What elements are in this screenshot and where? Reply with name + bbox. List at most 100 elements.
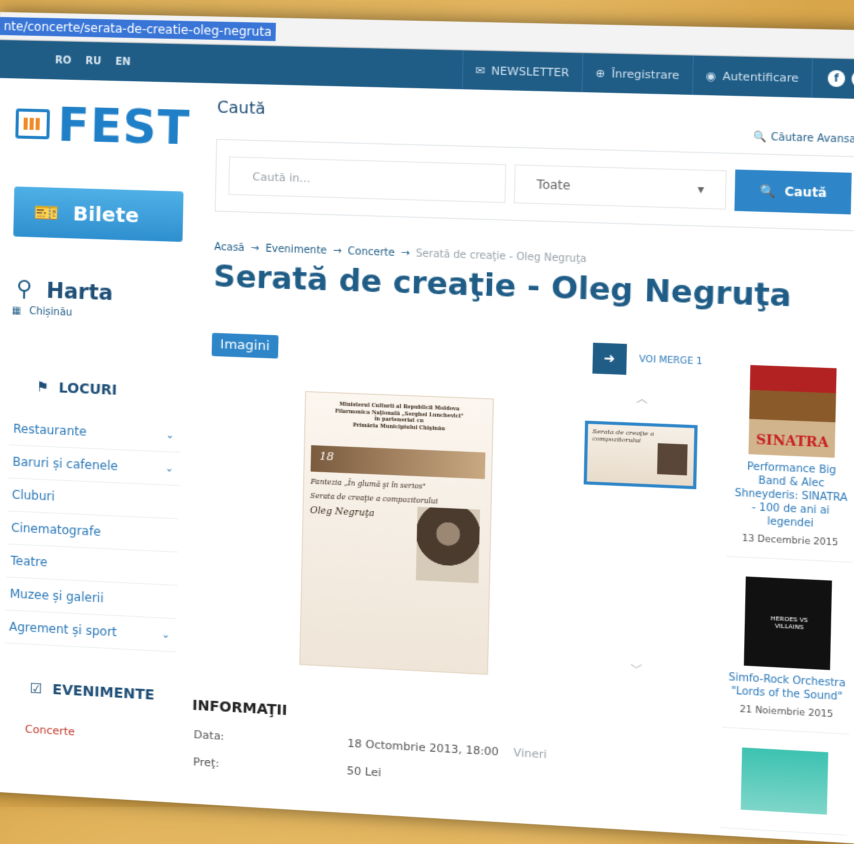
event-date: 13 Decembrie 2015 — [731, 533, 850, 549]
poster-portrait — [416, 507, 480, 583]
calendar-logo-icon — [15, 108, 50, 139]
search-icon: 🔍 — [760, 184, 776, 199]
breadcrumb-home[interactable]: Acasă — [214, 242, 244, 254]
menu-label: Cluburi — [12, 488, 55, 504]
breadcrumb-current: Serată de creaţie - Oleg Negruţa — [416, 248, 587, 265]
search-panel: Caută in... Toate ▾ 🔍 Caută — [215, 139, 854, 232]
event-poster[interactable]: Ministerul Culturii al Republicii Moldov… — [300, 391, 495, 675]
chevron-down-icon[interactable]: ⌄ — [166, 429, 175, 440]
menu-label: Teatre — [10, 554, 47, 570]
map-label: Harta — [46, 278, 113, 304]
menu-label: Cinematografe — [11, 521, 101, 539]
chevron-up-icon[interactable]: ︿ — [636, 390, 648, 407]
compass-icon: ◉ — [706, 69, 717, 83]
event-name[interactable]: Performance Big Band & Alec Shneyderis: … — [731, 460, 851, 533]
poster-header: Ministerul Culturii al Republicii Moldov… — [312, 401, 487, 435]
info-key: Preţ: — [193, 755, 347, 777]
info-value: 18 Octombrie 2013, 18:00 — [347, 737, 499, 759]
thumb-caption: Serata de creaţie a compozitorului — [592, 428, 654, 444]
search-title: Caută — [217, 97, 266, 117]
event-image[interactable] — [741, 747, 829, 814]
info-value: 50 Lei — [347, 764, 382, 779]
signpost-icon: ⚑ — [36, 380, 49, 397]
search-button-label: Caută — [784, 184, 827, 200]
search-button[interactable]: 🔍 Caută — [735, 170, 852, 215]
login-link[interactable]: ◉ Autentificare — [692, 56, 812, 98]
going-widget: ➜ VOI MERGE 1 — [592, 343, 703, 378]
event-name[interactable]: Simfo-Rock Orchestra "Lords of the Sound… — [727, 671, 846, 704]
map-pin-icon: ⚲ — [16, 277, 33, 303]
poster-line1: Fantezia „În glumă şi în serios" — [311, 478, 485, 494]
breadcrumb-concerts[interactable]: Concerte — [348, 246, 395, 259]
events-heading: ☑ EVENIMENTE — [30, 681, 179, 705]
image-gallery: Imagini ➜ VOI MERGE 1 Ministerul Culturi… — [203, 329, 703, 827]
thumbnail-1[interactable]: Serata de creaţie a compozitorului — [584, 421, 698, 490]
event-date: 21 Noiembrie 2015 — [727, 704, 846, 721]
going-count: VOI MERGE 1 — [639, 355, 703, 368]
select-value: Toate — [537, 177, 571, 192]
url-text[interactable]: nte/concerte/serata-de-creatie-oleg-negr… — [0, 16, 276, 40]
places-title: LOCURI — [59, 380, 118, 398]
event-card[interactable] — [720, 728, 849, 836]
poster-date-band: 18 — [311, 445, 486, 479]
site-logo[interactable]: FEST — [15, 96, 191, 155]
chevron-down-icon[interactable]: ﹀ — [630, 662, 642, 679]
places-heading: ⚑ LOCURI — [36, 380, 185, 402]
city-label: Chișinău — [29, 306, 72, 319]
menu-label: Restaurante — [13, 422, 87, 439]
ticket-icon: 🎫 — [34, 200, 59, 225]
places-menu: Restaurante ⌄ Baruri și cafenele ⌄ Clubu… — [5, 412, 181, 652]
search-input[interactable]: Caută in... — [229, 156, 507, 203]
thumb-portrait — [657, 443, 688, 475]
arrow-right-icon: → — [251, 243, 260, 254]
advanced-search-label: Căutare Avansată — [771, 132, 854, 146]
menu-label: Agrement și sport — [9, 620, 117, 640]
login-label: Autentificare — [723, 69, 799, 84]
chevron-down-icon[interactable]: ⌄ — [165, 463, 174, 474]
poster-line2: Serata de creaţie a compozitorului — [310, 492, 484, 508]
info-day: Vineri — [513, 746, 547, 761]
facebook-icon[interactable]: f — [828, 70, 846, 87]
main-content: Caută 🔍 Căutare Avansată Caută in... Toa… — [176, 83, 854, 838]
tickets-button[interactable]: 🎫 Bilete — [13, 186, 183, 241]
lang-ro[interactable]: RO — [55, 55, 71, 66]
newsletter-link[interactable]: ✉ NEWSLETTER — [461, 50, 582, 92]
events-first-item[interactable]: Concerte — [25, 723, 178, 745]
arrow-right-icon: → — [401, 248, 410, 259]
menu-label: Muzee și galerii — [10, 587, 104, 606]
menu-label: Baruri și cafenele — [12, 455, 118, 474]
going-button[interactable]: ➜ — [592, 343, 627, 375]
lang-en[interactable]: EN — [115, 56, 131, 67]
info-key: Data: — [194, 728, 348, 750]
tickets-label: Bilete — [73, 201, 140, 227]
arrow-right-icon: → — [333, 246, 342, 257]
events-title: EVENIMENTE — [52, 682, 154, 704]
map-book-icon: ▦ — [12, 305, 22, 316]
tab-images[interactable]: Imagini — [212, 332, 278, 358]
event-card[interactable]: Simfo-Rock Orchestra "Lords of the Sound… — [723, 557, 854, 735]
plus-circle-icon: ⊕ — [595, 66, 605, 80]
calendar-check-icon: ☑ — [30, 681, 43, 698]
events-column: Performance Big Band & Alec Shneyderis: … — [720, 346, 854, 836]
newsletter-label: NEWSLETTER — [491, 64, 569, 79]
thumbnail-strip: ︿ Serata de creaţie a compozitorului ﹀ — [576, 379, 702, 694]
caret-down-icon: ▾ — [698, 182, 705, 197]
event-card[interactable]: Performance Big Band & Alec Shneyderis: … — [726, 346, 854, 563]
lang-ru[interactable]: RU — [85, 55, 101, 66]
register-link[interactable]: ⊕ Înregistrare — [581, 53, 692, 95]
language-switcher: RO RU EN — [0, 53, 131, 67]
map-link[interactable]: ⚲ Harta ▦ Chișinău — [16, 277, 187, 323]
register-label: Înregistrare — [611, 67, 679, 82]
breadcrumb-events[interactable]: Evenimente — [265, 244, 327, 257]
search-icon: 🔍 — [753, 132, 767, 144]
advanced-search-link[interactable]: 🔍 Căutare Avansată — [753, 132, 854, 146]
logo-text: FEST — [57, 97, 191, 155]
envelope-icon: ✉ — [475, 63, 485, 77]
event-image[interactable] — [749, 365, 837, 458]
category-select[interactable]: Toate ▾ — [514, 164, 727, 209]
event-image[interactable] — [744, 577, 832, 671]
sidebar: FEST 🎫 Bilete ⚲ Harta ▦ Chișinău ⚑ LOCUR… — [0, 78, 191, 796]
social-links: f o — [811, 58, 854, 99]
chevron-down-icon[interactable]: ⌄ — [161, 629, 170, 641]
info-section: INFORMAŢII Data: 18 Octombrie 2013, 18:0… — [203, 698, 694, 797]
